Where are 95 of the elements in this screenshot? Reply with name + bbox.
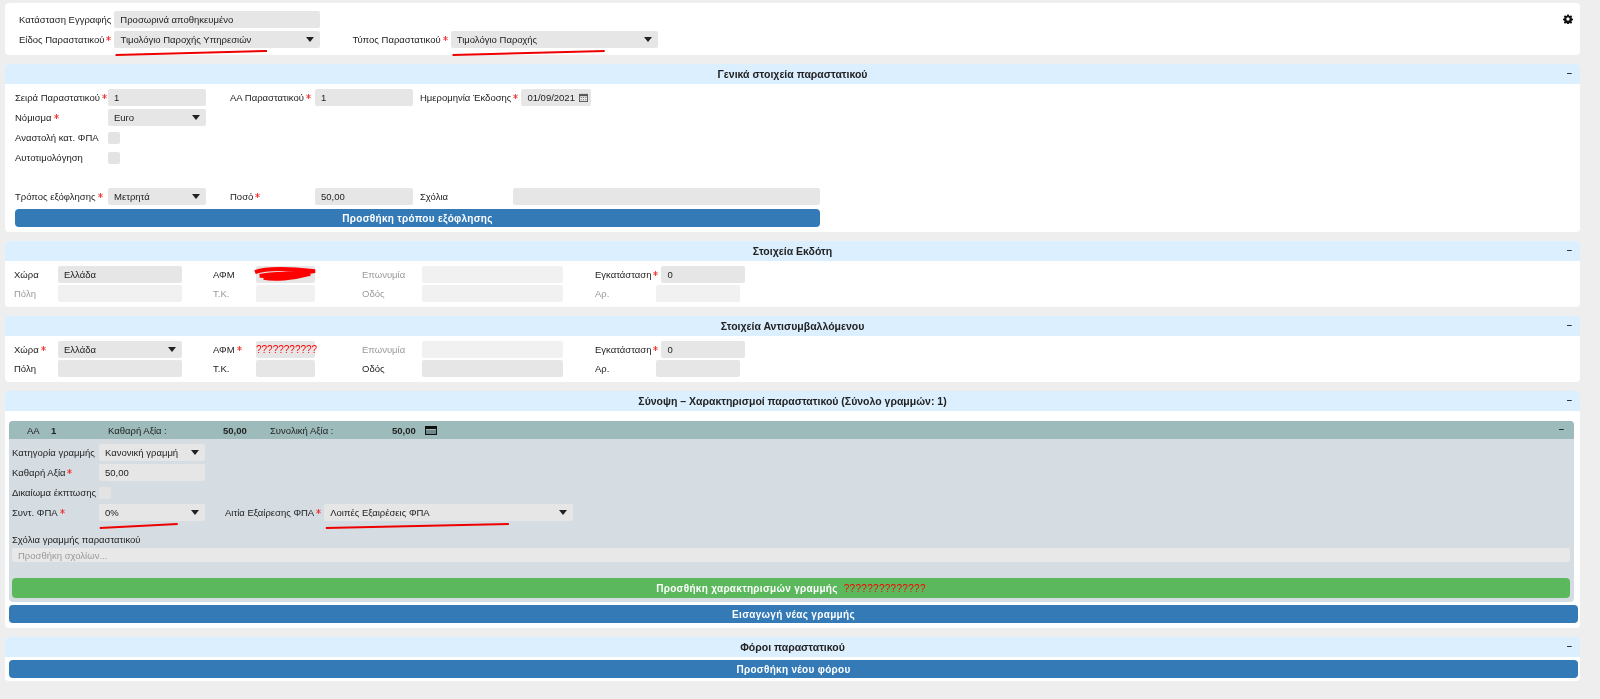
caret-icon	[191, 510, 199, 515]
field-label: Επωνυμία	[362, 344, 406, 355]
field-label: Τύπος Παραστατικού	[352, 34, 441, 45]
field-label: ΑΦΜ	[213, 269, 235, 280]
field-label: Εγκατάσταση	[595, 344, 652, 355]
collapse-toggle[interactable]: –	[1566, 640, 1572, 651]
field-label: Κατάσταση Εγγραφής	[19, 14, 112, 25]
field-label: Δικαίωμα έκπτωσης	[12, 487, 96, 498]
dropdown[interactable]: Μετρητά	[108, 188, 206, 205]
section-header[interactable]: Σύνοψη – Χαρακτηρισμοί παραστατικού (Σύνολο γραμμών: 1) –	[5, 391, 1580, 411]
section-title: Στοιχεία Αντισυμβαλλόμενου	[720, 320, 865, 332]
line-label: Συνολική Αξία :	[270, 424, 335, 436]
line-label: ΑΑ	[27, 424, 41, 436]
section-header[interactable]: Στοιχεία Εκδότη –	[5, 241, 1580, 261]
field-label: Τ.Κ.	[213, 288, 230, 299]
add-line-button[interactable]: Εισαγωγή νέας γραμμής	[9, 605, 1578, 623]
section-header[interactable]: Στοιχεία Αντισυμβαλλόμενου –	[5, 316, 1580, 336]
field-label: Αυτοτιμολόγηση	[15, 152, 83, 163]
calendar-icon	[578, 93, 588, 102]
section-title: Στοιχεία Εκδότη	[752, 245, 833, 257]
checkbox[interactable]	[108, 151, 120, 164]
section-header[interactable]: Φόροι παραστατικού –	[5, 637, 1580, 657]
collapse-toggle[interactable]: –	[1558, 423, 1564, 434]
line-header[interactable]: ΑΑ 1 Καθαρή Αξία : 50,00 Συνολική Αξία : 50,00 –	[9, 421, 1574, 439]
text-field[interactable]	[256, 360, 315, 377]
text-field[interactable]: Προσωρινά αποθηκευμένο	[114, 11, 321, 28]
field-label: Νόμισμα	[15, 112, 52, 123]
text-field[interactable]: Ελλάδα	[58, 266, 182, 283]
field-label: Χώρα	[14, 269, 39, 280]
field-label: Αναστολή κατ. ΦΠΑ	[15, 132, 99, 143]
field-label: Αρ.	[595, 363, 610, 374]
caret-icon	[643, 37, 652, 42]
collapse-toggle[interactable]: –	[1566, 319, 1572, 330]
field-label: Αρ.	[595, 288, 610, 299]
field-label: Είδος Παραστατικού	[19, 34, 105, 45]
caret-icon	[559, 510, 568, 515]
caret-icon	[191, 450, 199, 455]
section-title: Φόροι παραστατικού	[740, 641, 845, 653]
dropdown[interactable]: Τιμολόγιο Παροχής	[450, 31, 658, 48]
field-label: Χώρα	[14, 344, 39, 355]
text-field[interactable]	[422, 360, 563, 377]
field-label: ΑΑ Παραστατικού	[230, 92, 304, 103]
dropdown[interactable]: Τιμολόγιο Παροχής Υπηρεσιών	[114, 31, 321, 48]
section-title: Σύνοψη – Χαρακτηρισμοί παραστατικού (Σύνολο γραμμών: 1)	[638, 395, 947, 407]
field-label: Ημερομηνία Έκδοσης	[420, 92, 512, 103]
field-label: ΑΦΜ	[213, 344, 235, 355]
collapse-toggle[interactable]: –	[1566, 244, 1572, 255]
field-label: Τ.Κ.	[213, 363, 230, 374]
field-label: Πόλη	[14, 288, 36, 299]
field-label: Καθαρή Αξία	[12, 467, 66, 478]
line-label: Καθαρή Αξία :	[108, 424, 168, 436]
text-field[interactable]: 50,00	[315, 188, 413, 205]
field-label: Σχόλια	[420, 191, 449, 202]
field-label: Συντ. ΦΠΑ	[12, 507, 58, 518]
field-label: Οδός	[362, 363, 385, 374]
caret-icon	[168, 347, 176, 352]
field-label: Εγκατάσταση	[595, 269, 652, 280]
text-field[interactable]: 1	[315, 89, 413, 106]
settings-icon[interactable]	[1563, 14, 1573, 24]
caret-icon	[306, 37, 315, 42]
dropdown[interactable]: Κανονική γραμμή	[99, 444, 205, 461]
field-label: Σειρά Παραστατικού	[15, 92, 100, 103]
section-header[interactable]: Γενικά στοιχεία παραστατικού –	[5, 64, 1580, 84]
caret-icon	[192, 115, 200, 120]
date-field[interactable]: 01/09/2021	[521, 89, 592, 106]
line-value: 50,00	[392, 424, 417, 436]
text-field[interactable]: 0	[661, 341, 746, 358]
field-label: Επωνυμία	[362, 269, 406, 280]
line-value: 50,00	[223, 424, 248, 436]
text-field[interactable]: 0	[661, 266, 746, 283]
text-field[interactable]	[656, 360, 740, 377]
section-title: Γενικά στοιχεία παραστατικού	[717, 68, 868, 80]
collapse-toggle[interactable]: –	[1566, 67, 1572, 78]
dropdown[interactable]: Λοιπές Εξαιρέσεις ΦΠΑ	[324, 504, 574, 521]
table-icon[interactable]	[425, 425, 437, 435]
field-label: Ποσό	[230, 191, 254, 202]
field-label: Οδός	[362, 288, 385, 299]
field-label: Σχόλια γραμμής παραστατικού	[12, 534, 142, 545]
field-label: Κατηγορία γραμμής	[12, 447, 95, 458]
add-tax-button[interactable]: Προσθήκη νέου φόρου	[9, 660, 1578, 678]
dropdown[interactable]: Ελλάδα	[58, 341, 182, 358]
add-payment-button[interactable]: Προσθήκη τρόπου εξόφλησης	[15, 209, 820, 227]
dropdown[interactable]: 0%	[99, 504, 205, 521]
collapse-toggle[interactable]: –	[1566, 394, 1572, 405]
field-label: Αιτία Εξαίρεσης ΦΠΑ	[225, 507, 315, 518]
text-field[interactable]: 1	[108, 89, 206, 106]
caret-icon	[192, 194, 200, 199]
line-value: 1	[51, 424, 58, 436]
field-label: Τρόπος εξόφλησης	[15, 191, 96, 202]
dropdown[interactable]: Euro	[108, 109, 206, 126]
text-field[interactable]	[58, 360, 182, 377]
checkbox[interactable]	[108, 131, 120, 144]
text-field[interactable]: 50,00	[99, 464, 205, 481]
field-label: Πόλη	[14, 363, 36, 374]
text-field[interactable]	[513, 188, 820, 205]
